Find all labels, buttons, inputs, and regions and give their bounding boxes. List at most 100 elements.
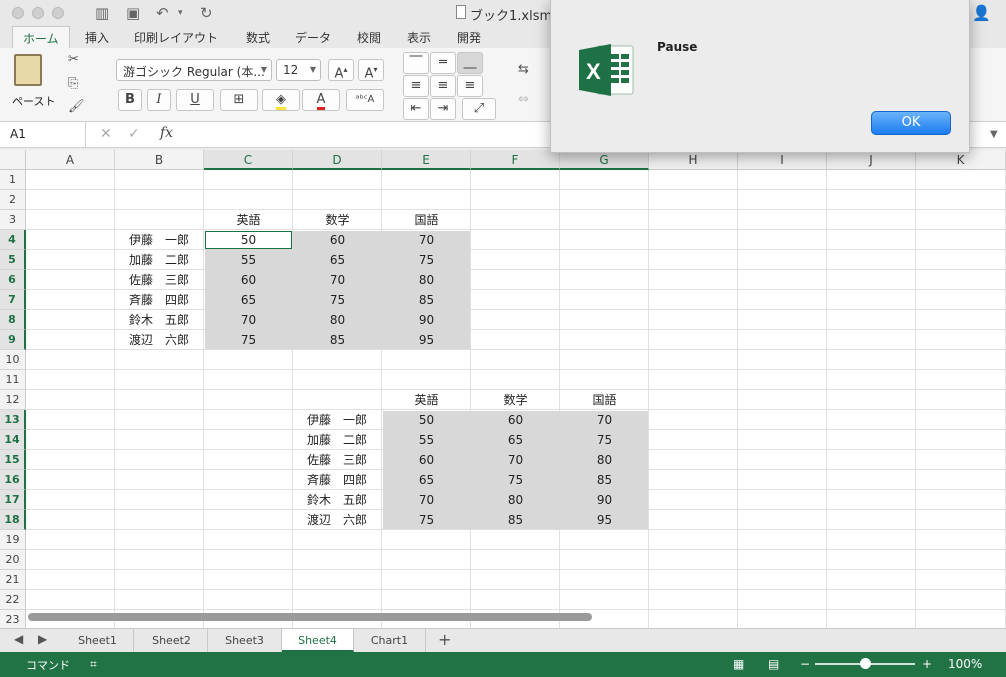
table1-score[interactable]: 75: [204, 330, 293, 350]
text-format-button[interactable]: ᵃᵇᶜA: [346, 89, 384, 111]
column-header-j[interactable]: J: [827, 150, 916, 170]
zoom-window-button[interactable]: [52, 7, 64, 19]
column-header-i[interactable]: I: [738, 150, 827, 170]
table1-name[interactable]: 斉藤 四郎: [115, 290, 204, 310]
name-box[interactable]: A1: [0, 122, 86, 147]
sheet-tab-sheet3[interactable]: Sheet3: [208, 629, 282, 652]
table2-score[interactable]: 65: [382, 470, 471, 490]
table2-name[interactable]: 渡辺 六郎: [293, 510, 382, 530]
table1-header[interactable]: 国語: [382, 210, 471, 230]
table2-score[interactable]: 70: [382, 490, 471, 510]
font-name-combo[interactable]: 游ゴシック Regular (本... ▼: [116, 59, 272, 81]
copy-icon[interactable]: ⎘: [68, 76, 78, 91]
ok-button[interactable]: OK: [871, 111, 951, 135]
prev-sheet-icon[interactable]: ◀: [14, 632, 23, 646]
tab-view[interactable]: 表示: [407, 29, 431, 46]
table2-name[interactable]: 加藤 二郎: [293, 430, 382, 450]
table1-score[interactable]: 95: [382, 330, 471, 350]
table1-name[interactable]: 加藤 二郎: [115, 250, 204, 270]
table2-score[interactable]: 75: [471, 470, 560, 490]
row-header-15[interactable]: 15: [0, 450, 26, 470]
bold-button[interactable]: B: [118, 89, 142, 111]
tab-home[interactable]: ホーム: [12, 26, 70, 48]
tab-page-layout[interactable]: 印刷レイアウト: [134, 29, 218, 46]
orientation-button[interactable]: ⤢: [462, 98, 496, 120]
table1-name[interactable]: 伊藤 一郎: [115, 230, 204, 250]
table2-header[interactable]: 数学: [471, 390, 560, 410]
next-sheet-icon[interactable]: ▶: [38, 632, 47, 646]
paste-label[interactable]: ペースト: [12, 93, 55, 109]
row-header-3[interactable]: 3: [0, 210, 26, 230]
table1-name[interactable]: 鈴木 五郎: [115, 310, 204, 330]
undo-dropdown-icon[interactable]: ▾: [178, 8, 183, 18]
align-middle-button[interactable]: ═: [430, 52, 456, 74]
row-header-10[interactable]: 10: [0, 350, 26, 370]
row-header-8[interactable]: 8: [0, 310, 26, 330]
undo-icon[interactable]: ↶: [156, 4, 169, 22]
table2-header[interactable]: 英語: [382, 390, 471, 410]
sheet-tab-sheet2[interactable]: Sheet2: [136, 629, 208, 652]
align-right-button[interactable]: ≡: [457, 75, 483, 97]
table1-score[interactable]: 90: [382, 310, 471, 330]
table2-name[interactable]: 斉藤 四郎: [293, 470, 382, 490]
table2-score[interactable]: 80: [471, 490, 560, 510]
table1-score[interactable]: 80: [382, 270, 471, 290]
row-header-18[interactable]: 18: [0, 510, 26, 530]
table1-score[interactable]: 70: [382, 230, 471, 250]
table1-score[interactable]: 70: [293, 270, 382, 290]
table1-score[interactable]: 75: [293, 290, 382, 310]
table2-score[interactable]: 60: [471, 410, 560, 430]
table2-name[interactable]: 伊藤 一郎: [293, 410, 382, 430]
table1-score[interactable]: 70: [204, 310, 293, 330]
zoom-out-button[interactable]: −: [800, 657, 810, 671]
table1-name[interactable]: 渡辺 六郎: [115, 330, 204, 350]
column-header-a[interactable]: A: [26, 150, 115, 170]
table2-score[interactable]: 75: [560, 430, 649, 450]
increase-font-button[interactable]: A▴: [328, 59, 354, 81]
column-header-c[interactable]: C: [204, 150, 293, 170]
align-center-button[interactable]: ≡: [430, 75, 456, 97]
column-header-f[interactable]: F: [471, 150, 560, 170]
close-window-button[interactable]: [12, 7, 24, 19]
table1-score[interactable]: 50: [204, 230, 293, 250]
merge-icon[interactable]: ⇔: [518, 92, 529, 107]
decrease-indent-button[interactable]: ⇤: [403, 98, 429, 120]
table2-name[interactable]: 鈴木 五郎: [293, 490, 382, 510]
table1-score[interactable]: 65: [293, 250, 382, 270]
row-header-13[interactable]: 13: [0, 410, 26, 430]
table1-header[interactable]: 英語: [204, 210, 293, 230]
table1-score[interactable]: 65: [204, 290, 293, 310]
macro-record-icon[interactable]: ⌗: [90, 657, 97, 672]
row-header-21[interactable]: 21: [0, 570, 26, 590]
cancel-formula-icon[interactable]: ✕: [100, 126, 112, 142]
table2-score[interactable]: 50: [382, 410, 471, 430]
zoom-slider-knob[interactable]: [860, 658, 871, 669]
table1-score[interactable]: 75: [382, 250, 471, 270]
zoom-in-button[interactable]: +: [922, 657, 932, 671]
expand-formula-icon[interactable]: ▼: [990, 129, 998, 140]
sheet-tab-chart1[interactable]: Chart1: [354, 629, 426, 652]
align-top-button[interactable]: ⎺: [403, 52, 429, 74]
tab-developer[interactable]: 開発: [457, 29, 481, 46]
row-header-4[interactable]: 4: [0, 230, 26, 250]
table1-score[interactable]: 85: [382, 290, 471, 310]
row-header-7[interactable]: 7: [0, 290, 26, 310]
row-header-2[interactable]: 2: [0, 190, 26, 210]
row-header-16[interactable]: 16: [0, 470, 26, 490]
row-header-23[interactable]: 23: [0, 610, 26, 628]
row-header-6[interactable]: 6: [0, 270, 26, 290]
worksheet-grid[interactable]: ABCDEFGHIJK 1 2 3 4 5 6 7 8 9 10 11 12 13 14 15 16 17 18 1…: [0, 150, 1006, 628]
confirm-formula-icon[interactable]: ✓: [128, 126, 140, 142]
table2-score[interactable]: 55: [382, 430, 471, 450]
tab-formulas[interactable]: 数式: [246, 29, 270, 46]
add-sheet-button[interactable]: +: [438, 630, 451, 649]
row-header-19[interactable]: 19: [0, 530, 26, 550]
select-all-corner[interactable]: [0, 150, 26, 170]
sheet-tab-sheet1[interactable]: Sheet1: [62, 629, 134, 652]
row-header-12[interactable]: 12: [0, 390, 26, 410]
share-user-icon[interactable]: 👤: [972, 4, 991, 22]
insert-function-button[interactable]: fx: [160, 125, 173, 141]
column-header-b[interactable]: B: [115, 150, 204, 170]
table1-score[interactable]: 60: [204, 270, 293, 290]
table2-name[interactable]: 佐藤 三郎: [293, 450, 382, 470]
